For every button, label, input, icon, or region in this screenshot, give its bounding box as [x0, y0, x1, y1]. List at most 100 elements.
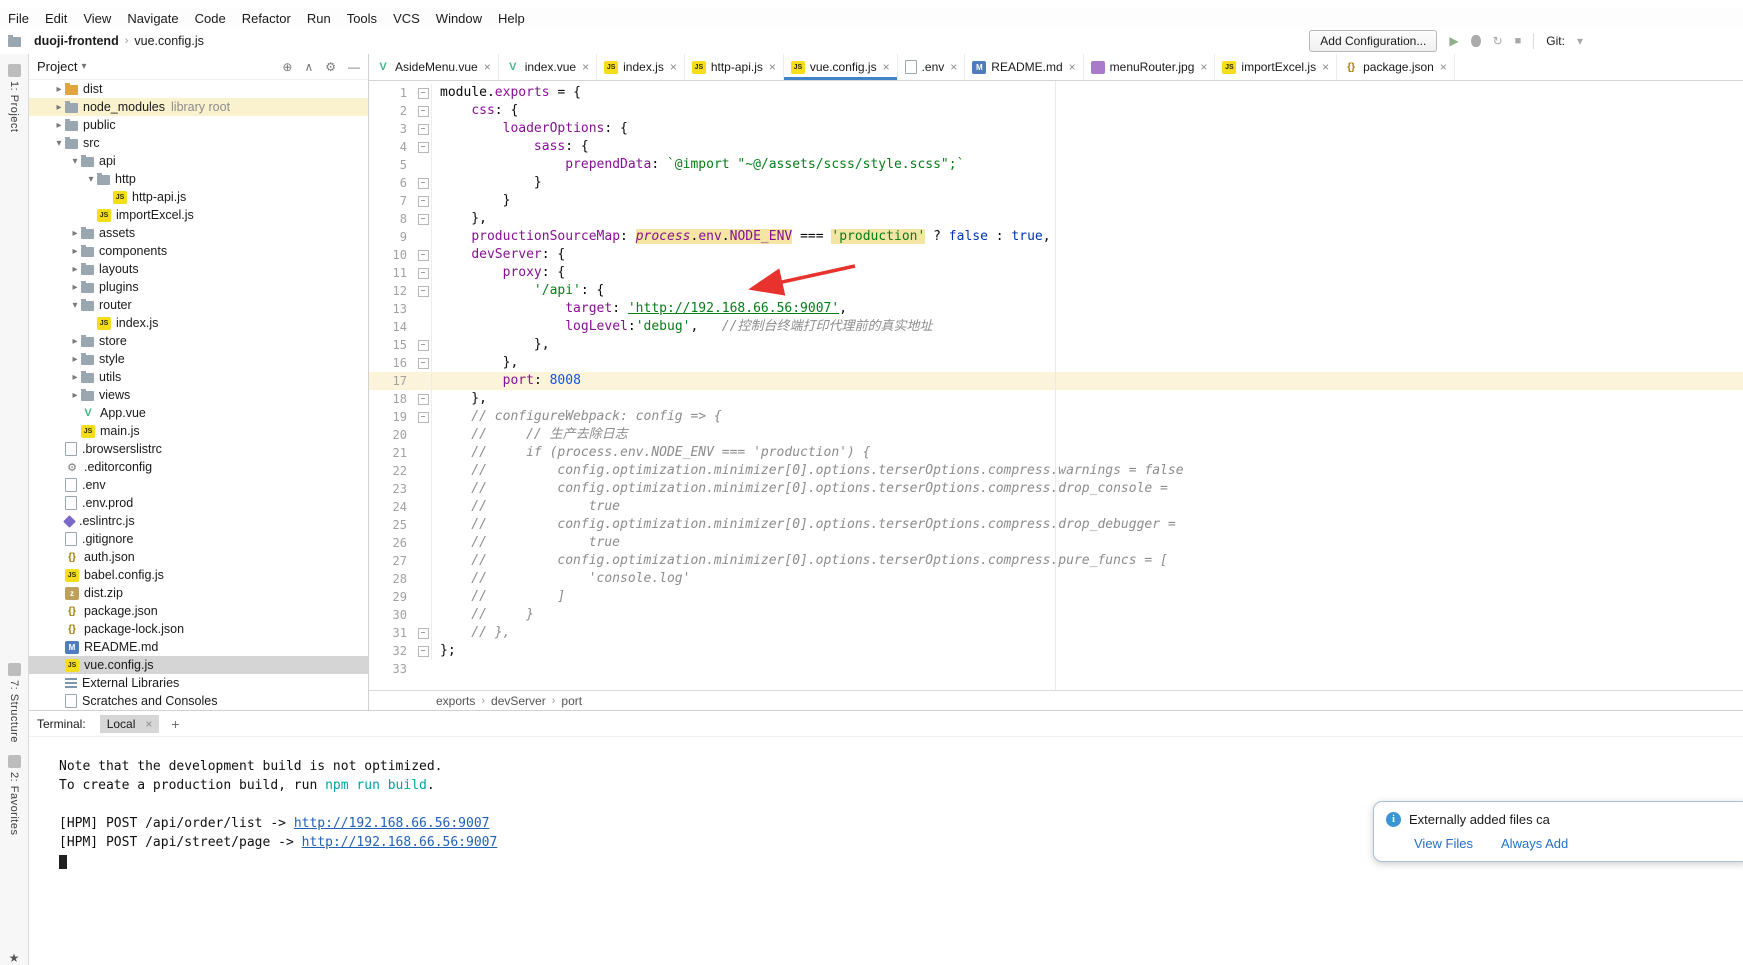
close-tab-icon[interactable]: × [883, 60, 890, 74]
line-number[interactable]: 24 [369, 498, 415, 516]
tree-item-app-vue[interactable]: VApp.vue [29, 404, 368, 422]
chevron-right-icon[interactable]: ▸ [69, 354, 81, 365]
code-line-31[interactable]: 31− // }, [369, 624, 1743, 642]
close-tab-icon[interactable]: × [670, 60, 677, 74]
tree-item-env[interactable]: .env [29, 476, 368, 494]
tree-item-gitignore[interactable]: .gitignore [29, 530, 368, 548]
tree-item-src[interactable]: ▾src [29, 134, 368, 152]
fold-close-icon[interactable]: − [418, 340, 429, 351]
code-line-26[interactable]: 26 // true [369, 534, 1743, 552]
notification-action-view-files[interactable]: View Files [1414, 836, 1473, 851]
menu-tools[interactable]: Tools [339, 11, 385, 26]
fold-close-icon[interactable]: − [418, 178, 429, 189]
menu-file[interactable]: File [0, 11, 37, 26]
tree-item-http-api-js[interactable]: JShttp-api.js [29, 188, 368, 206]
code-line-25[interactable]: 25 // config.optimization.minimizer[0].o… [369, 516, 1743, 534]
tree-item-env-prod[interactable]: .env.prod [29, 494, 368, 512]
close-tab-icon[interactable]: × [769, 60, 776, 74]
tree-item-style[interactable]: ▸style [29, 350, 368, 368]
chevron-right-icon[interactable]: ▸ [69, 336, 81, 347]
close-tab-icon[interactable]: × [145, 717, 152, 731]
line-number[interactable]: 30 [369, 606, 415, 624]
code-line-5[interactable]: 5 prependData: `@import "~@/assets/scss/… [369, 156, 1743, 174]
tree-item-external-libraries[interactable]: External Libraries [29, 674, 368, 692]
chevron-down-icon[interactable]: ▾ [53, 138, 65, 149]
code-line-4[interactable]: 4− sass: { [369, 138, 1743, 156]
fold-open-icon[interactable]: − [418, 268, 429, 279]
fold-close-icon[interactable]: − [418, 358, 429, 369]
line-number[interactable]: 29 [369, 588, 415, 606]
editor-tab-index-vue[interactable]: Vindex.vue× [499, 54, 597, 80]
line-number[interactable]: 9 [369, 228, 415, 246]
line-number[interactable]: 21 [369, 444, 415, 462]
tree-item-components[interactable]: ▸components [29, 242, 368, 260]
tree-item-main-js[interactable]: JSmain.js [29, 422, 368, 440]
tree-item-layouts[interactable]: ▸layouts [29, 260, 368, 278]
editor-tab-index-js[interactable]: JSindex.js× [597, 54, 685, 80]
line-number[interactable]: 1 [369, 84, 415, 102]
close-tab-icon[interactable]: × [1069, 60, 1076, 74]
code-line-11[interactable]: 11− proxy: { [369, 264, 1743, 282]
tree-item-browserslistrc[interactable]: .browserslistrc [29, 440, 368, 458]
close-tab-icon[interactable]: × [484, 60, 491, 74]
line-number[interactable]: 33 [369, 660, 415, 678]
editor-tab-vue-config-js[interactable]: JSvue.config.js× [784, 54, 898, 80]
fold-close-icon[interactable]: − [418, 394, 429, 405]
collapse-all-icon[interactable]: ∧ [304, 60, 313, 74]
tree-item-dist[interactable]: ▸dist [29, 80, 368, 98]
chevron-down-icon[interactable]: ▾ [69, 300, 81, 311]
code-line-22[interactable]: 22 // config.optimization.minimizer[0].o… [369, 462, 1743, 480]
code-line-28[interactable]: 28 // 'console.log' [369, 570, 1743, 588]
editor-tab-package-json[interactable]: {}package.json× [1337, 54, 1455, 80]
line-number[interactable]: 16 [369, 354, 415, 372]
menu-help[interactable]: Help [490, 11, 533, 26]
code-line-18[interactable]: 18− }, [369, 390, 1743, 408]
line-number[interactable]: 20 [369, 426, 415, 444]
close-tab-icon[interactable]: × [950, 60, 957, 74]
code-line-24[interactable]: 24 // true [369, 498, 1743, 516]
fold-open-icon[interactable]: − [418, 124, 429, 135]
code-line-12[interactable]: 12− '/api': { [369, 282, 1743, 300]
tree-item-vue-config-js[interactable]: JSvue.config.js [29, 656, 368, 674]
chevron-right-icon[interactable]: ▸ [69, 228, 81, 239]
tree-item-scratches-and-consoles[interactable]: Scratches and Consoles [29, 692, 368, 710]
fold-close-icon[interactable]: − [418, 646, 429, 657]
tool-window-button-1-project[interactable]: 1: Project [2, 64, 26, 132]
breadcrumb-item-duoji-frontend[interactable]: duoji-frontend [32, 34, 121, 48]
breadcrumb-item-vue-config-js[interactable]: vue.config.js [132, 34, 205, 48]
code-line-20[interactable]: 20 // // 生产去除日志 [369, 426, 1743, 444]
favorites-star-icon[interactable]: ★ [9, 951, 20, 965]
fold-close-icon[interactable]: − [418, 196, 429, 207]
git-dropdown-icon[interactable]: ▾ [1577, 35, 1583, 47]
chevron-right-icon[interactable]: ▸ [69, 264, 81, 275]
code-editor[interactable]: 1−module.exports = {2− css: {3− loaderOp… [369, 81, 1743, 690]
code-line-27[interactable]: 27 // config.optimization.minimizer[0].o… [369, 552, 1743, 570]
menu-edit[interactable]: Edit [37, 11, 75, 26]
code-line-21[interactable]: 21 // if (process.env.NODE_ENV === 'prod… [369, 444, 1743, 462]
line-number[interactable]: 11 [369, 264, 415, 282]
code-line-32[interactable]: 32−}; [369, 642, 1743, 660]
fold-open-icon[interactable]: − [418, 412, 429, 423]
tree-item-readme-md[interactable]: MREADME.md [29, 638, 368, 656]
fold-open-icon[interactable]: − [418, 106, 429, 117]
chevron-right-icon[interactable]: ▸ [53, 102, 65, 113]
terminal-tab-local[interactable]: Local × [100, 715, 160, 733]
line-number[interactable]: 27 [369, 552, 415, 570]
close-tab-icon[interactable]: × [1440, 60, 1447, 74]
line-number[interactable]: 3 [369, 120, 415, 138]
chevron-right-icon[interactable]: ▸ [69, 390, 81, 401]
code-line-1[interactable]: 1−module.exports = { [369, 84, 1743, 102]
fold-open-icon[interactable]: − [418, 88, 429, 99]
tree-item-plugins[interactable]: ▸plugins [29, 278, 368, 296]
code-line-15[interactable]: 15− }, [369, 336, 1743, 354]
line-number[interactable]: 12 [369, 282, 415, 300]
tree-item-editorconfig[interactable]: ⚙.editorconfig [29, 458, 368, 476]
line-number[interactable]: 22 [369, 462, 415, 480]
code-line-17[interactable]: 17 port: 8008 [369, 372, 1743, 390]
tree-item-store[interactable]: ▸store [29, 332, 368, 350]
tree-item-importexcel-js[interactable]: JSimportExcel.js [29, 206, 368, 224]
menu-view[interactable]: View [75, 11, 119, 26]
debug-icon[interactable] [1471, 35, 1481, 47]
code-line-19[interactable]: 19− // configureWebpack: config => { [369, 408, 1743, 426]
code-breadcrumb-devserver[interactable]: devServer [488, 694, 549, 708]
